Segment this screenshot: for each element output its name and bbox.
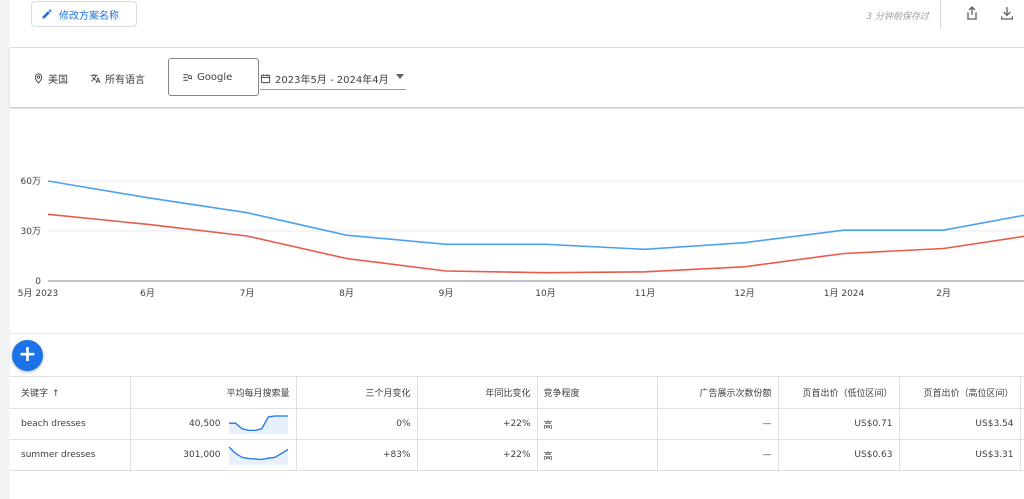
search-network-icon	[183, 73, 193, 81]
search-volume-chart: 0 30万 60万 5月 2023 6月 7月 8月 9月 10月 11月 12月 1月 2024 2月…	[10, 109, 1024, 333]
plus-icon: +	[18, 341, 37, 367]
avg-searches-value: 40,500	[189, 419, 221, 429]
left-gutter	[0, 0, 10, 499]
table-row[interactable]: summer dresses 301,000 +83% +22% 高 — US$…	[10, 439, 1024, 471]
column-header-label: 关键字	[21, 389, 49, 399]
keyword-table: 关键字 ↑ 平均每月搜索量 三个月变化 年同比变化 竞争程度 广告展示次数份额 页…	[10, 376, 1024, 471]
top-bar: 修改方案名称 3 分钟前保存过	[10, 0, 1024, 48]
impression-share-cell: —	[657, 408, 779, 440]
bid-low-cell: US$0.71	[778, 408, 900, 440]
location-pin-icon	[34, 73, 43, 84]
bid-high-cell: US$3.31	[899, 439, 1021, 471]
x-tick-label: 7月	[240, 288, 255, 299]
chevron-down-icon	[396, 74, 404, 79]
x-tick-label: 11月	[635, 288, 655, 299]
column-header-label: 三个月变化	[365, 389, 411, 399]
save-status: 3 分钟前保存过	[866, 12, 929, 22]
overflow-cell	[1020, 408, 1024, 440]
calendar-icon	[260, 74, 271, 84]
x-tick-label: 10月	[535, 288, 555, 299]
pencil-icon	[42, 9, 52, 19]
column-header-avg-searches[interactable]: 平均每月搜索量	[130, 376, 297, 409]
language-filter-label: 所有语言	[105, 75, 145, 86]
x-tick-label: 2月	[936, 288, 951, 299]
network-filter-label: Google	[197, 71, 233, 83]
impression-share-cell: —	[657, 439, 779, 471]
keyword-cell[interactable]: beach dresses	[10, 408, 131, 440]
y-tick-label: 30万	[21, 227, 41, 237]
column-header-label: 页首出价（低位区间）	[802, 389, 893, 399]
three-month-change-cell: 0%	[296, 408, 418, 440]
chart-divider	[10, 333, 1024, 334]
network-filter[interactable]: Google	[168, 58, 259, 96]
location-filter-label: 美国	[48, 75, 68, 86]
x-tick-label: 1月 2024	[824, 288, 865, 299]
filter-bar: 美国 所有语言 Google 2023年5月 - 2024年4月	[10, 48, 1024, 108]
date-range-label: 2023年5月 - 2024年4月	[275, 75, 389, 86]
y-tick-label: 0	[35, 277, 41, 287]
sparkline-area	[228, 447, 288, 465]
download-icon[interactable]	[999, 5, 1015, 21]
yoy-change-cell: +22%	[417, 408, 538, 440]
x-tick-label: 5月 2023	[18, 288, 59, 299]
overflow-cell	[1020, 439, 1024, 471]
add-keyword-button[interactable]: +	[12, 340, 43, 371]
avg-searches-value: 301,000	[183, 450, 221, 460]
column-header-label: 年同比变化	[485, 389, 531, 399]
column-header-competition[interactable]: 竞争程度	[537, 376, 658, 409]
column-header-bid-low[interactable]: 页首出价（低位区间）	[778, 376, 900, 409]
y-tick-label: 60万	[21, 177, 41, 187]
translate-icon	[90, 73, 101, 84]
bid-low-cell: US$0.63	[778, 439, 900, 471]
toolbar-divider	[940, 0, 941, 30]
x-tick-label: 12月	[734, 288, 754, 299]
avg-searches-cell: 301,000	[130, 439, 297, 471]
column-header-bid-high[interactable]: 页首出价（高位区间）	[899, 376, 1021, 409]
avg-searches-cell: 40,500	[130, 408, 297, 440]
column-header-label: 页首出价（高位区间）	[923, 389, 1014, 399]
three-month-change-cell: +83%	[296, 439, 418, 471]
x-tick-label: 6月	[140, 288, 155, 299]
share-icon[interactable]	[964, 4, 980, 22]
table-header-row: 关键字 ↑ 平均每月搜索量 三个月变化 年同比变化 竞争程度 广告展示次数份额 页…	[10, 376, 1024, 409]
table-row[interactable]: beach dresses 40,500 0% +22% 高 — US$0.71…	[10, 408, 1024, 440]
x-tick-label: 9月	[439, 288, 454, 299]
column-header-label: 竞争程度	[543, 389, 580, 399]
date-range-picker[interactable]: 2023年5月 - 2024年4月	[260, 71, 406, 90]
location-filter[interactable]: 美国	[33, 71, 68, 86]
column-header-label: 广告展示次数份额	[699, 389, 772, 399]
column-header-overflow	[1020, 376, 1024, 409]
rename-plan-label: 修改方案名称	[59, 10, 119, 22]
rename-plan-button[interactable]: 修改方案名称	[31, 1, 137, 27]
column-header-label: 平均每月搜索量	[226, 389, 290, 399]
competition-cell: 高	[537, 408, 658, 440]
trend-sparkline	[228, 446, 288, 465]
column-header-yoy[interactable]: 年同比变化	[417, 376, 538, 409]
series-line-1[interactable]	[47, 213, 1024, 274]
trend-sparkline	[228, 415, 288, 434]
yoy-change-cell: +22%	[417, 439, 538, 471]
bid-high-cell: US$3.54	[899, 408, 1021, 440]
column-header-three-month[interactable]: 三个月变化	[296, 376, 418, 409]
column-header-impression-share[interactable]: 广告展示次数份额	[657, 376, 779, 409]
sort-arrow-icon: ↑	[52, 389, 60, 399]
keyword-cell[interactable]: summer dresses	[10, 439, 131, 471]
chart-canvas: 0 30万 60万 5月 2023 6月 7月 8月 9月 10月 11月 12月 1月 2024 2月…	[18, 177, 1024, 299]
column-header-keyword[interactable]: 关键字 ↑	[10, 376, 131, 409]
series-line-0[interactable]	[47, 180, 1024, 251]
language-filter[interactable]: 所有语言	[90, 71, 145, 86]
x-tick-label: 8月	[339, 288, 354, 299]
app-window: 修改方案名称 3 分钟前保存过 美国 所有语言 Google 2023年5月 -	[0, 0, 1024, 499]
competition-cell: 高	[537, 439, 658, 471]
